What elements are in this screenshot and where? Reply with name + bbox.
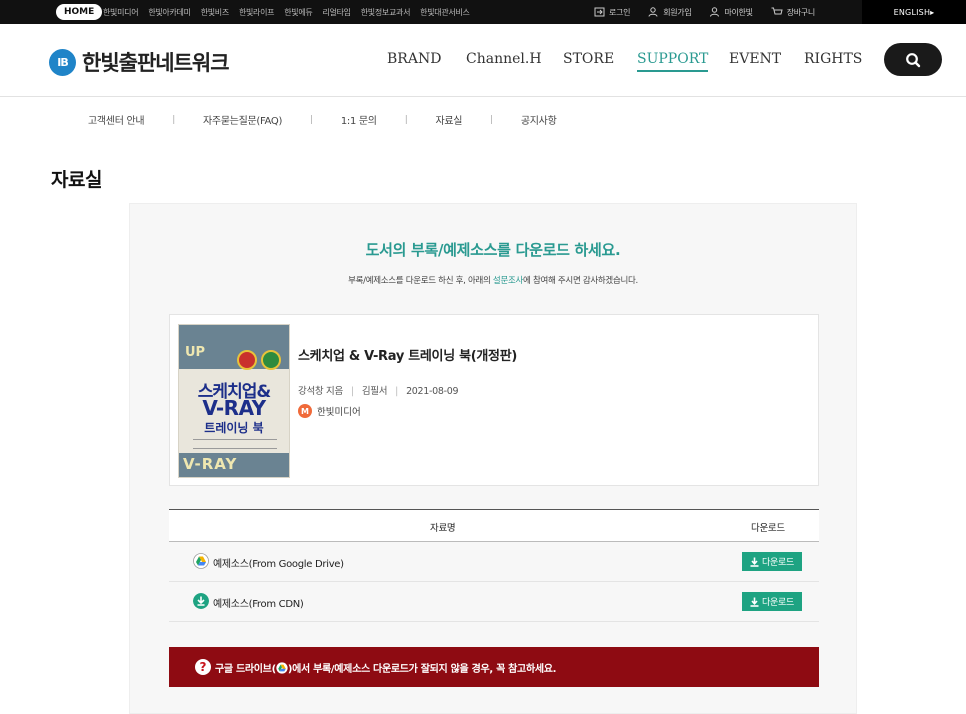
family-link-hanbit-media[interactable]: 한빛미디어 <box>103 7 139 18</box>
subnav-divider: | <box>172 114 176 125</box>
nav-event[interactable]: EVENT <box>729 51 781 67</box>
family-link-rental[interactable]: 한빛대관서비스 <box>420 7 470 18</box>
cover-medal-green <box>261 350 281 370</box>
subnav-archive[interactable]: 자료실 <box>435 112 462 127</box>
login-icon <box>594 7 605 17</box>
home-link[interactable]: HOME <box>56 4 103 20</box>
mypage-link[interactable]: 마이한빛 <box>709 7 753 18</box>
resource-name: 예제소스(From CDN) <box>213 599 304 610</box>
family-link-hanbit-life[interactable]: 한빛라이프 <box>239 7 275 18</box>
search-button[interactable] <box>884 43 942 76</box>
user-plus-icon <box>648 7 658 17</box>
book-title[interactable]: 스케치업 & V-Ray 트레이닝 북(개정판) <box>298 345 517 364</box>
main-navigation: BRAND Channel.H STORE SUPPORT EVENT RIGH… <box>0 51 966 72</box>
top-utility-bar: HOME 한빛미디어 한빛아카데미 한빛비즈 한빛라이프 한빛에듀 리얼타임 한… <box>0 0 966 24</box>
book-format: 김필서 <box>361 386 388 397</box>
cover-title-line3: 트레이닝 북 <box>204 421 264 435</box>
book-date: 2021-08-09 <box>406 386 459 397</box>
download-button[interactable]: 다운로드 <box>742 592 802 611</box>
subnav-faq[interactable]: 자주묻는질문(FAQ) <box>203 112 282 127</box>
cart-label: 장바구니 <box>786 7 816 17</box>
resource-name: 예제소스(From Google Drive) <box>213 559 344 570</box>
subline-text-before: 부록/예제소스를 다운로드 하신 후, 아래의 <box>348 276 493 286</box>
page-title: 자료실 <box>51 169 102 191</box>
book-cover-image[interactable]: UP 스케치업& V-RAY 트레이닝 북 V-RAY <box>178 324 290 478</box>
subnav-divider: | <box>490 114 493 125</box>
notice-text-before: 구글 드라이브( <box>215 663 276 675</box>
download-button[interactable]: 다운로드 <box>742 552 802 571</box>
book-publisher: M 한빛미디어 <box>298 404 361 418</box>
download-icon <box>750 557 759 567</box>
login-link[interactable]: 로그인 <box>594 7 630 18</box>
download-button-label: 다운로드 <box>762 598 794 608</box>
book-author: 강석창 지음 <box>298 386 343 397</box>
meta-divider: | <box>395 386 399 397</box>
search-icon <box>906 52 921 67</box>
subnav-divider: | <box>404 114 408 125</box>
mypage-label: 마이한빛 <box>724 7 753 17</box>
subnav-notice[interactable]: 공지사항 <box>521 112 557 127</box>
panel-subline: 부록/예제소스를 다운로드 하신 후, 아래의 설문조사에 참여해 주시면 감사… <box>130 274 856 286</box>
survey-link[interactable]: 설문조사 <box>493 276 523 286</box>
subnav-customer-center[interactable]: 고객센터 안내 <box>88 112 145 127</box>
cart-icon <box>771 7 783 15</box>
family-link-hanbit-edu[interactable]: 한빛에듀 <box>284 7 313 18</box>
user-icon <box>710 7 720 17</box>
support-subnav: 고객센터 안내 | 자주묻는질문(FAQ) | 1:1 문의 | 자료실 | 공… <box>88 112 557 128</box>
book-info-card: UP 스케치업& V-RAY 트레이닝 북 V-RAY 스케치업 & V-Ray… <box>169 314 819 486</box>
table-header: 자료명 다운로드 <box>169 509 819 542</box>
download-table: 자료명 다운로드 예제소스(From Google Drive) 다운로드 예제… <box>169 509 819 622</box>
subline-text-after: 에 참여해 주시면 감사하겠습니다. <box>523 276 638 286</box>
cover-title-line2: V-RAY <box>202 396 266 420</box>
cart-link[interactable]: 장바구니 <box>771 7 815 18</box>
download-button-label: 다운로드 <box>762 558 794 568</box>
login-label: 로그인 <box>609 7 631 17</box>
nav-support[interactable]: SUPPORT <box>637 51 709 72</box>
notice-text-after: )에서 부록/예제소스 다운로드가 잘되지 않을 경우, 꼭 참고하세요. <box>287 663 557 675</box>
download-panel: 도서의 부록/예제소스를 다운로드 하세요. 부록/예제소스를 다운로드 하신 … <box>129 203 857 714</box>
cdn-download-icon <box>193 593 209 609</box>
family-link-textbook[interactable]: 한빛정보교과서 <box>361 7 411 18</box>
nav-channel-h[interactable]: Channel.H <box>466 51 542 67</box>
google-drive-icon <box>193 553 209 569</box>
table-row: 예제소스(From CDN) 다운로드 <box>169 582 819 622</box>
panel-headline: 도서의 부록/예제소스를 다운로드 하세요. <box>365 241 621 259</box>
download-icon <box>750 597 759 607</box>
nav-brand[interactable]: BRAND <box>387 51 441 67</box>
meta-divider: | <box>350 386 354 397</box>
column-header-download: 다운로드 <box>751 523 785 534</box>
main-header: IB 한빛출판네트워크 BRAND Channel.H STORE SUPPOR… <box>0 24 966 97</box>
subnav-divider: | <box>310 114 313 125</box>
publisher-name: 한빛미디어 <box>317 407 361 418</box>
column-header-name: 자료명 <box>430 523 456 534</box>
table-row: 예제소스(From Google Drive) 다운로드 <box>169 542 819 582</box>
family-link-hanbit-academy[interactable]: 한빛아카데미 <box>148 7 191 18</box>
signup-label: 회원가입 <box>663 7 692 17</box>
family-link-realtime[interactable]: 리얼타임 <box>323 7 352 18</box>
cover-top-text: UP <box>185 345 206 360</box>
cover-bottom-band: V-RAY <box>179 453 289 477</box>
cover-bottom-text: V-RAY <box>183 455 238 473</box>
signup-link[interactable]: 회원가입 <box>648 7 692 18</box>
cover-description-lines <box>193 439 277 449</box>
notice-text: 구글 드라이브( )에서 부록/예제소스 다운로드가 잘되지 않을 경우, 꼭 참… <box>215 660 556 675</box>
nav-store[interactable]: STORE <box>563 51 614 67</box>
account-links: 로그인 회원가입 마이한빛 장바구니 <box>594 0 833 24</box>
subnav-inquiry[interactable]: 1:1 문의 <box>341 112 377 127</box>
family-link-hanbit-biz[interactable]: 한빛비즈 <box>201 7 230 18</box>
cover-medal-red <box>237 350 257 370</box>
publisher-badge-icon: M <box>298 404 312 418</box>
family-site-links: 한빛미디어 한빛아카데미 한빛비즈 한빛라이프 한빛에듀 리얼타임 한빛정보교과… <box>103 0 480 24</box>
english-site-link[interactable]: ENGLISH▸ <box>862 0 966 24</box>
google-drive-icon <box>276 661 288 674</box>
book-meta: 강석창 지음 | 김필서 | 2021-08-09 <box>298 383 459 397</box>
google-drive-notice-banner[interactable]: ? 구글 드라이브( )에서 부록/예제소스 다운로드가 잘되지 않을 경우, 꼭… <box>169 647 819 687</box>
question-icon: ? <box>195 659 211 675</box>
nav-rights[interactable]: RIGHTS <box>804 51 862 67</box>
